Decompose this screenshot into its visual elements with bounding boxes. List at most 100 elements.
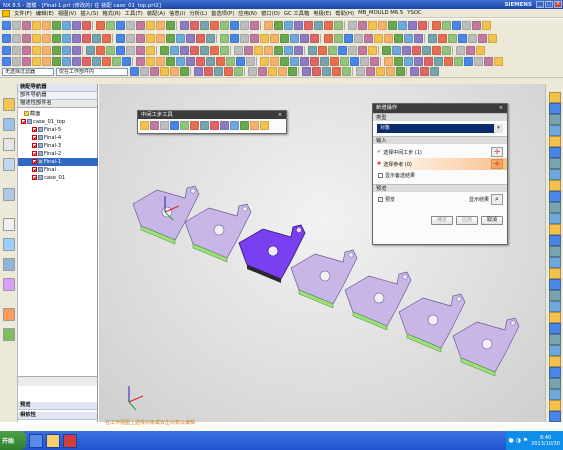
mid-step-tool-icon[interactable] — [160, 121, 169, 130]
toolbar-tool-icon[interactable] — [62, 21, 71, 30]
menu-assembly[interactable]: 装配(A) — [145, 9, 167, 17]
toolbar-tool-icon[interactable] — [408, 21, 417, 30]
toolbar-tool-icon[interactable] — [214, 67, 223, 76]
toolbar-tool-icon[interactable] — [136, 45, 145, 55]
toolbar-tool-icon[interactable] — [126, 45, 135, 55]
menu-electrode[interactable]: 电极(E) — [311, 9, 333, 17]
part-final[interactable] — [398, 293, 466, 353]
scroll-track[interactable] — [18, 376, 97, 386]
check-icon[interactable] — [32, 159, 37, 164]
mid-step-tool-icon[interactable] — [260, 121, 269, 130]
toolbar-tool-icon[interactable] — [392, 45, 401, 55]
assembly-navigator-tab-icon[interactable] — [3, 98, 15, 111]
tree-item-case-01-top[interactable]: case_01_top — [18, 118, 98, 126]
toolbar-tool-icon[interactable] — [402, 45, 411, 55]
roles-tab-icon[interactable] — [3, 308, 15, 321]
check-icon[interactable] — [32, 127, 37, 132]
tree-item-final[interactable]: Final — [18, 166, 98, 174]
toolbar-tool-icon[interactable] — [42, 33, 51, 43]
toolbar-tool-icon[interactable] — [244, 45, 253, 55]
toolbar-tool-icon[interactable] — [156, 21, 165, 30]
toolbar-tool-icon[interactable] — [270, 33, 279, 43]
toolbar-tool-icon[interactable] — [310, 56, 319, 66]
toolbar-tool-icon[interactable] — [322, 67, 331, 76]
toolbar-tool-icon[interactable] — [12, 21, 21, 30]
toolbar-tool-icon[interactable] — [368, 45, 377, 55]
toolbar-tool-icon[interactable] — [196, 33, 205, 43]
toolbar-tool-icon[interactable] — [260, 56, 269, 66]
toolbar-tool-icon[interactable] — [344, 33, 353, 43]
start-button[interactable]: 开始 — [0, 431, 26, 450]
right-tool-icon[interactable] — [549, 191, 561, 202]
toolbar-tool-icon[interactable] — [250, 21, 259, 30]
toolbar-tool-icon[interactable] — [250, 33, 259, 43]
toolbar-tool-icon[interactable] — [264, 45, 273, 55]
toolbar-tool-icon[interactable] — [384, 56, 393, 66]
crosshair-icon[interactable]: ✛ — [491, 147, 503, 157]
toolbar-tool-icon[interactable] — [22, 33, 31, 43]
toolbar-tool-icon[interactable] — [324, 21, 333, 30]
toolbar-tool-icon[interactable] — [190, 21, 199, 30]
close-icon[interactable]: × — [274, 111, 286, 119]
toolbar-tool-icon[interactable] — [412, 45, 421, 55]
reuse-library-tab-icon[interactable] — [3, 158, 15, 171]
toolbar-tool-icon[interactable] — [302, 67, 311, 76]
tree-item-final-4[interactable]: Final-4 — [18, 134, 98, 142]
toolbar-tool-icon[interactable] — [398, 21, 407, 30]
mid-step-tool-icon[interactable] — [200, 121, 209, 130]
toolbar-tool-icon[interactable] — [438, 33, 447, 43]
right-tool-icon[interactable] — [549, 103, 561, 114]
toolbar-tool-icon[interactable] — [32, 56, 41, 66]
toolbar-tool-icon[interactable] — [2, 21, 11, 30]
cancel-button[interactable]: 取消 — [481, 216, 503, 225]
toolbar-tool-icon[interactable] — [216, 56, 225, 66]
toolbar-tool-icon[interactable] — [314, 21, 323, 30]
menu-ysoc[interactable]: YSOC — [405, 10, 423, 16]
part-case-01[interactable] — [452, 317, 520, 377]
toolbar-tool-icon[interactable] — [468, 33, 477, 43]
toolbar-tool-icon[interactable] — [230, 33, 239, 43]
toolbar-tool-icon[interactable] — [136, 33, 145, 43]
toolbar-tool-icon[interactable] — [376, 67, 385, 76]
toolbar-tool-icon[interactable] — [324, 33, 333, 43]
toolbar-tool-icon[interactable] — [328, 45, 337, 55]
toolbar-tool-icon[interactable] — [284, 21, 293, 30]
toolbar-tool-icon[interactable] — [414, 33, 423, 43]
toolbar-tool-icon[interactable] — [290, 33, 299, 43]
toolbar-tool-icon[interactable] — [330, 56, 339, 66]
right-tool-icon[interactable] — [549, 301, 561, 312]
toolbar-tool-icon[interactable] — [246, 56, 255, 66]
mid-step-tool-icon[interactable] — [170, 121, 179, 130]
toolbar-tool-icon[interactable] — [136, 56, 145, 66]
toolbar-tool-icon[interactable] — [422, 45, 431, 55]
preview-section[interactable]: 预览 — [373, 184, 507, 192]
tree-item-final-3[interactable]: Final-3 — [18, 142, 98, 150]
toolbar-tool-icon[interactable] — [180, 45, 189, 55]
history-tab-icon[interactable] — [3, 238, 15, 251]
toolbar-tool-icon[interactable] — [12, 45, 21, 55]
right-tool-icon[interactable] — [549, 411, 561, 422]
mid-step-tool-icon[interactable] — [190, 121, 199, 130]
toolbar-tool-icon[interactable] — [410, 67, 419, 76]
toolbar-tool-icon[interactable] — [384, 33, 393, 43]
toolbar-tool-icon[interactable] — [130, 67, 139, 76]
menu-format[interactable]: 格式(R) — [100, 9, 122, 17]
toolbar-tool-icon[interactable] — [268, 67, 277, 76]
toolbar-tool-icon[interactable] — [254, 45, 263, 55]
right-tool-icon[interactable] — [549, 290, 561, 301]
toolbar-tool-icon[interactable] — [166, 33, 175, 43]
toolbar-tool-icon[interactable] — [170, 45, 179, 55]
right-tool-icon[interactable] — [549, 158, 561, 169]
toolbar-tool-icon[interactable] — [354, 33, 363, 43]
right-tool-icon[interactable] — [549, 356, 561, 367]
toolbar-tool-icon[interactable] — [206, 33, 215, 43]
toolbar-tool-icon[interactable] — [32, 21, 41, 30]
mid-step-tool-icon[interactable] — [230, 121, 239, 130]
right-tool-icon[interactable] — [549, 334, 561, 345]
toolbar-tool-icon[interactable] — [150, 67, 159, 76]
right-tool-icon[interactable] — [549, 114, 561, 125]
dependencies-section[interactable]: 相依性 — [18, 412, 97, 420]
mid-step-tool-icon[interactable] — [180, 121, 189, 130]
mid-step-tool-icon[interactable] — [240, 121, 249, 130]
toolbar-tool-icon[interactable] — [206, 56, 215, 66]
